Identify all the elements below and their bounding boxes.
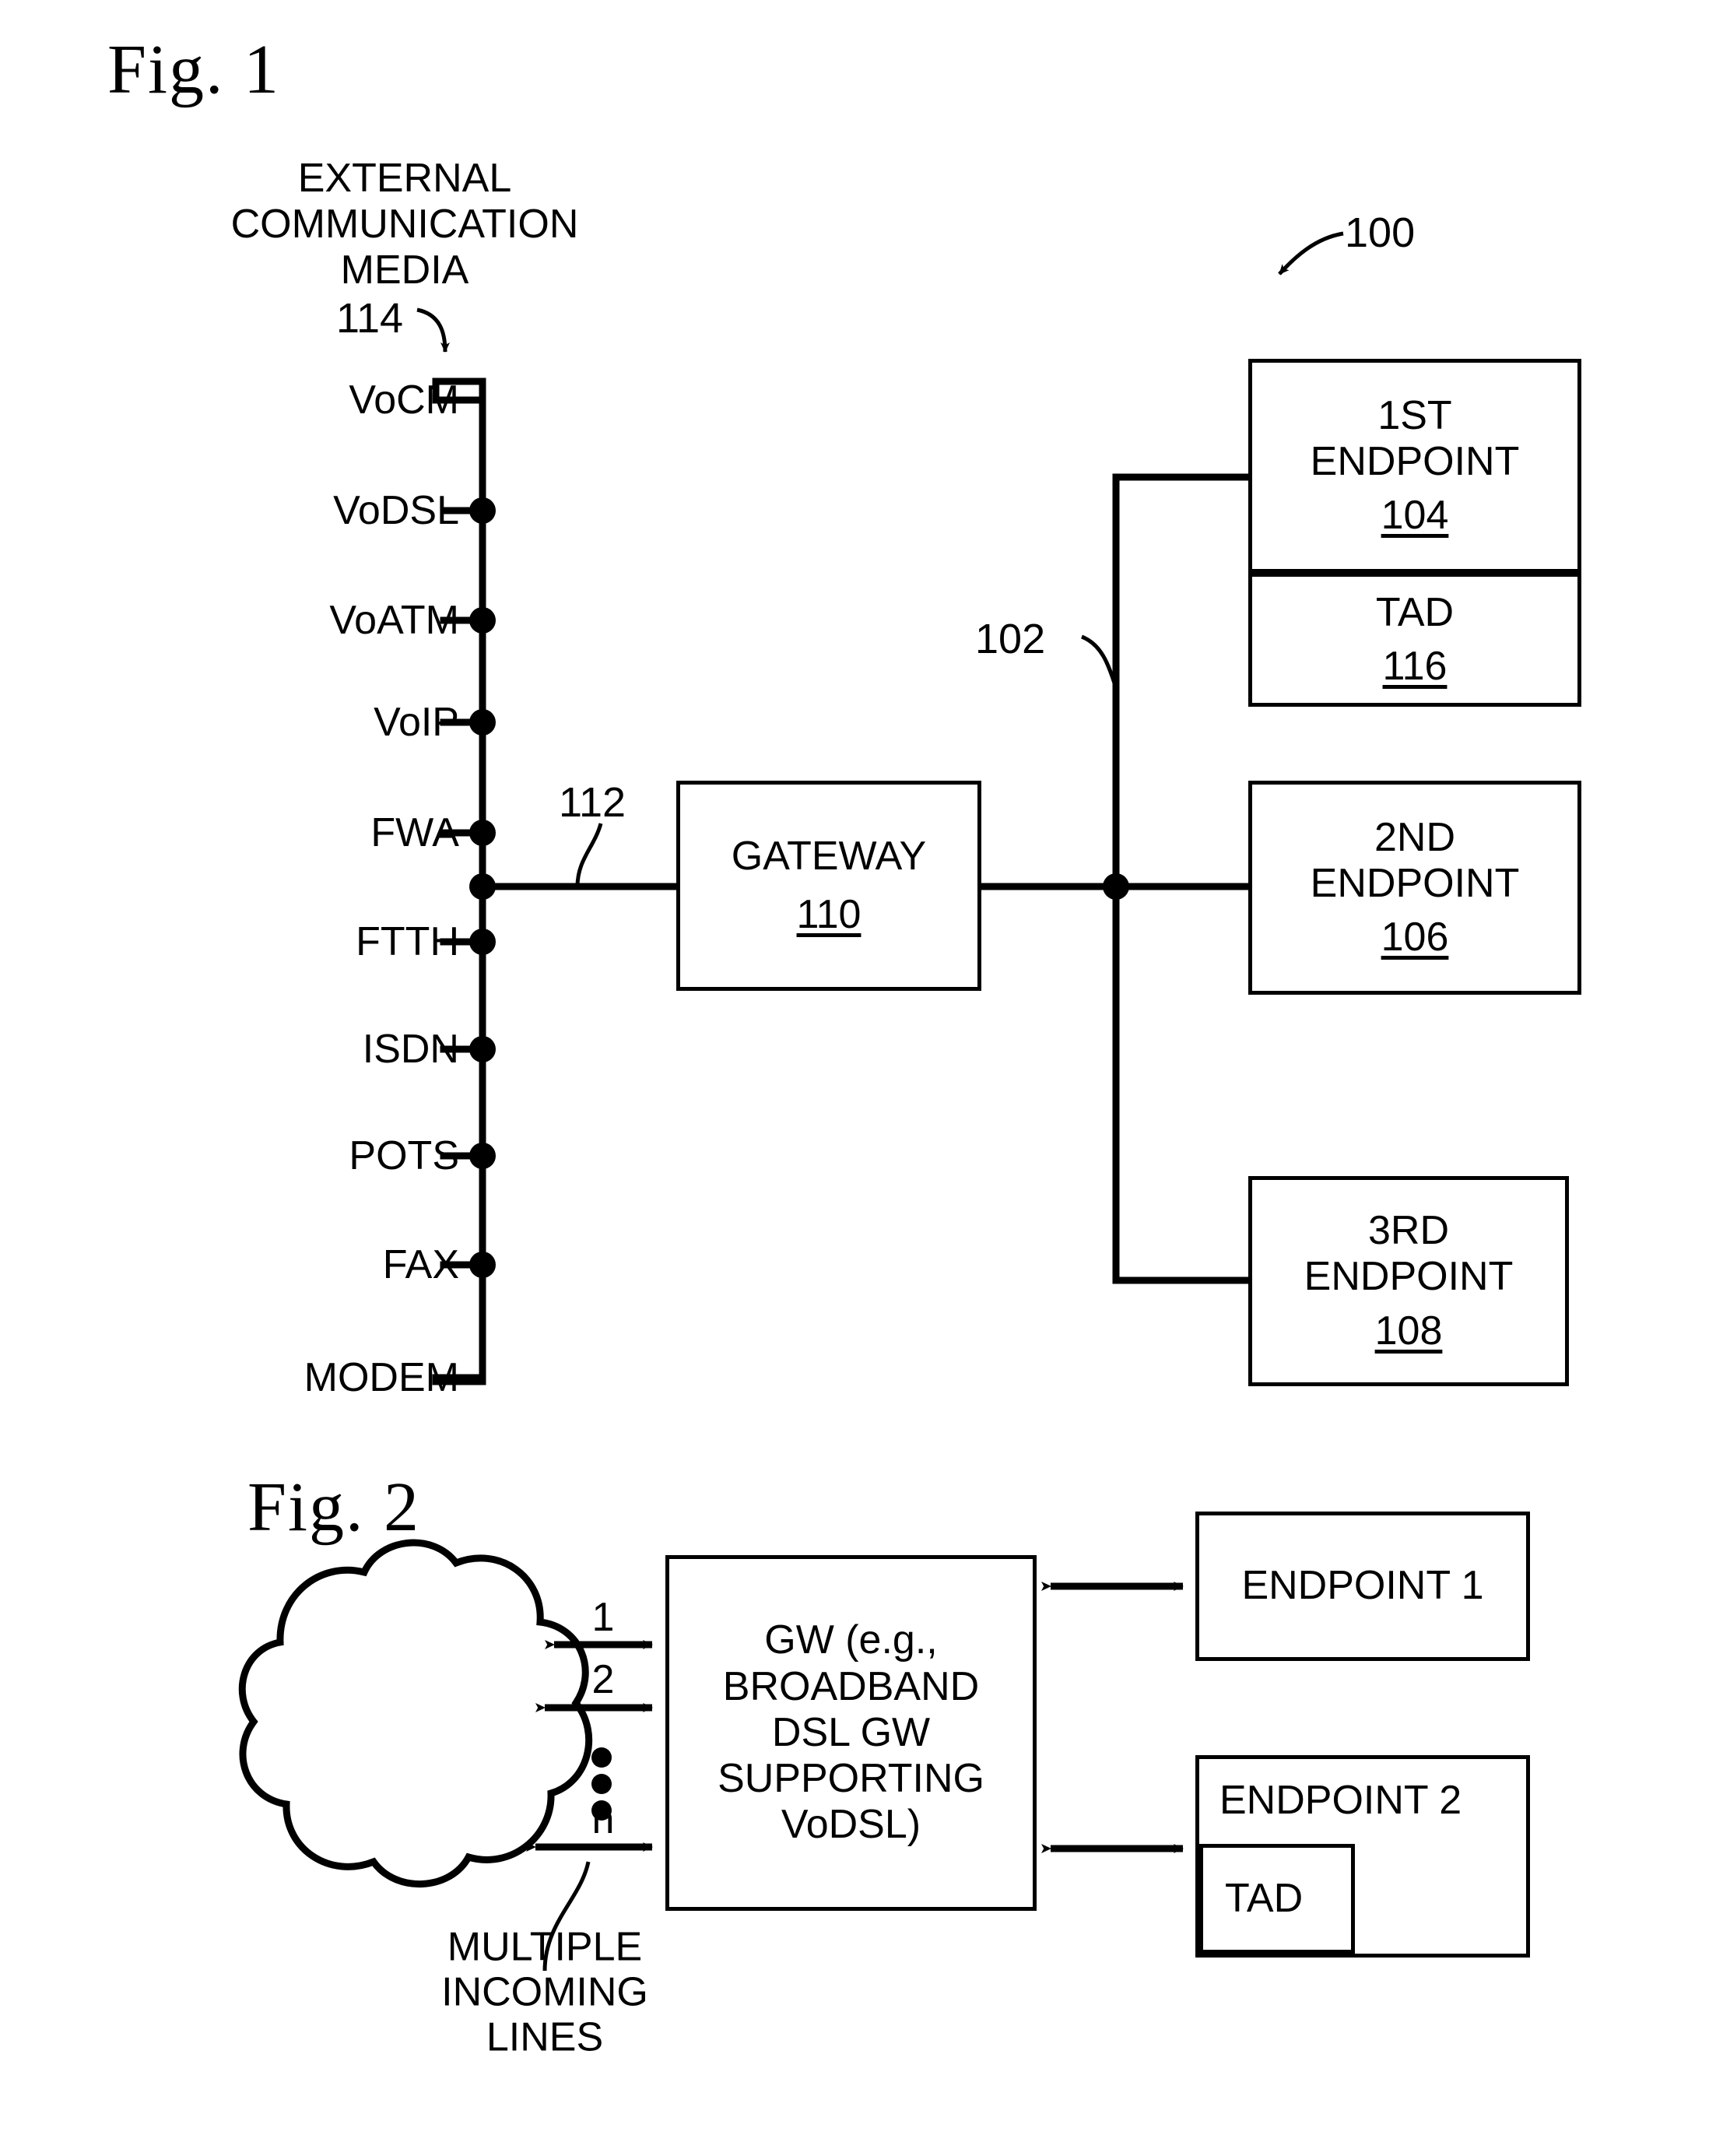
first-endpoint-name-line2: ENDPOINT: [1310, 438, 1520, 484]
third-endpoint-name-line2: ENDPOINT: [1304, 1254, 1514, 1300]
heading-line-1: EXTERNAL: [297, 156, 512, 201]
second-endpoint-ref: 106: [1381, 915, 1449, 960]
gateway-ref: 110: [796, 892, 862, 937]
reference-114: 114: [336, 295, 404, 342]
first-endpoint-tad-box[interactable]: TAD 116: [1248, 573, 1581, 707]
media-label-voip: VoIP: [374, 699, 459, 745]
fig2-tad-name: TAD: [1225, 1875, 1304, 1921]
figure-1-title: Fig. 1: [107, 31, 281, 108]
first-endpoint-box[interactable]: 1ST ENDPOINT 104: [1248, 359, 1581, 573]
caption-line-2: INCOMING: [441, 1969, 648, 2015]
media-label-vodsl: VoDSL: [333, 487, 459, 533]
cloud-line-3: WAN: [345, 1786, 438, 1831]
third-endpoint-box[interactable]: 3RD ENDPOINT 108: [1248, 1176, 1569, 1386]
fig2-gateway-line-4: SUPPORTING: [718, 1756, 984, 1802]
caption-line-1: MULTIPLE: [447, 1924, 643, 1970]
fig2-gateway-line-2: BROADBAND: [722, 1663, 980, 1709]
fig2-gateway-line-5: VoDSL): [781, 1802, 921, 1848]
fig2-endpoint-1-box[interactable]: ENDPOINT 1: [1195, 1512, 1530, 1661]
external-communication-media-heading: EXTERNAL COMMUNICATION MEDIA: [231, 156, 579, 293]
cloud-line-1: PSTN/: [332, 1694, 451, 1740]
fig2-endpoint-2-name: ENDPOINT 2: [1219, 1778, 1462, 1823]
heading-line-2: COMMUNICATION: [230, 201, 579, 247]
caption-line-3: LINES: [486, 2015, 604, 2061]
fig2-gateway-line-3: DSL GW: [771, 1709, 931, 1755]
reference-112: 112: [559, 779, 626, 826]
media-label-pots: POTS: [349, 1132, 459, 1178]
third-endpoint-name-line1: 3RD: [1367, 1208, 1450, 1254]
cloud-label: PSTN/ INTERNET/ WAN: [285, 1695, 498, 1831]
first-endpoint-ref: 104: [1381, 493, 1449, 539]
media-label-fax: FAX: [382, 1241, 459, 1287]
media-label-ftth: FTTH: [356, 918, 459, 964]
media-label-fwa: FWA: [370, 809, 459, 855]
media-label-isdn: ISDN: [362, 1026, 459, 1072]
gateway-name: GATEWAY: [731, 833, 927, 879]
first-endpoint-name-line1: 1ST: [1377, 392, 1452, 438]
fig2-gateway-box[interactable]: GW (e.g., BROADBAND DSL GW SUPPORTING Vo…: [665, 1555, 1037, 1911]
figure-2-title: Fig. 2: [247, 1469, 421, 1546]
tad-name: TAD: [1375, 589, 1455, 635]
incoming-line-label-1: 1: [591, 1594, 615, 1640]
fig2-endpoint-1-name: ENDPOINT 1: [1241, 1563, 1484, 1609]
fig2-endpoint-2-tad-box[interactable]: TAD: [1199, 1844, 1355, 1954]
second-endpoint-name-line2: ENDPOINT: [1310, 860, 1520, 906]
reference-102: 102: [975, 616, 1046, 662]
incoming-line-label-2: 2: [591, 1656, 615, 1702]
heading-line-3: MEDIA: [340, 247, 469, 293]
media-label-vocm: VoCM: [349, 377, 459, 423]
multiple-incoming-lines-caption: MULTIPLE INCOMING LINES: [441, 1925, 648, 2061]
gateway-box[interactable]: GATEWAY 110: [676, 781, 981, 991]
media-label-voatm: VoATM: [329, 597, 459, 643]
fig2-gateway-line-1: GW (e.g.,: [764, 1617, 938, 1663]
second-endpoint-name-line1: 2ND: [1374, 814, 1456, 860]
tad-ref: 116: [1382, 644, 1448, 689]
reference-100: 100: [1345, 209, 1416, 256]
media-label-modem: MODEM: [304, 1354, 459, 1400]
incoming-line-label-n: n: [591, 1796, 615, 1842]
cloud-line-2: INTERNET/: [284, 1740, 499, 1786]
second-endpoint-box[interactable]: 2ND ENDPOINT 106: [1248, 781, 1581, 995]
third-endpoint-ref: 108: [1374, 1308, 1443, 1354]
